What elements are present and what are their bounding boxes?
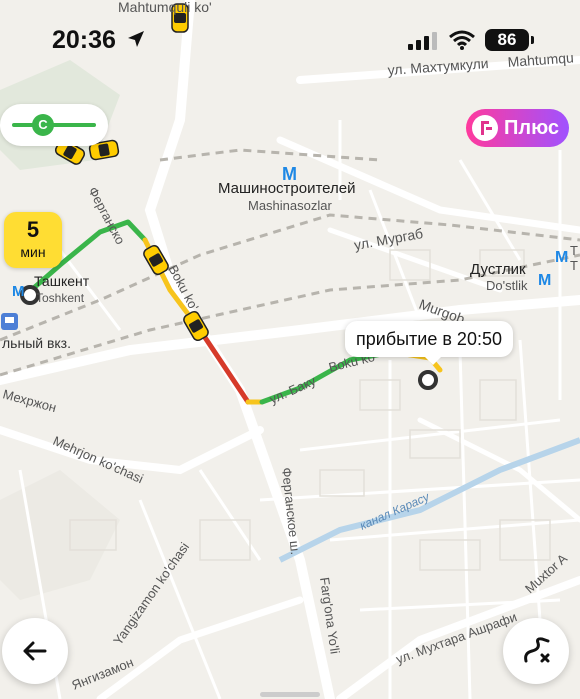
metro-m-icon: M [555, 249, 568, 266]
metro-line-letter: C [32, 114, 54, 136]
station-label: Ташкент [34, 273, 90, 289]
metro-station-label: Mashinasozlar [248, 198, 332, 213]
metro-line-bar [12, 123, 96, 127]
metro-station-label: Машиностроителей [218, 180, 356, 197]
plus-subscription-button[interactable]: Плюс [466, 109, 569, 147]
station-label: Toshkent [36, 291, 85, 305]
arrival-time-bubble: прибытие в 20:50 [345, 321, 513, 365]
battery-indicator: 86 [485, 29, 534, 51]
home-indicator [260, 692, 320, 697]
metro-line-toggle[interactable]: C [0, 104, 108, 146]
street-label: Т [570, 243, 578, 258]
metro-m-icon: M [12, 283, 25, 300]
location-arrow-icon [128, 31, 144, 47]
metro-m-icon: M [538, 272, 551, 289]
eta-unit: мин [20, 244, 46, 260]
cellular-signal-icon [408, 32, 437, 50]
destination-marker [418, 370, 438, 390]
train-icon [1, 313, 18, 330]
route-overview-button[interactable] [503, 618, 569, 684]
eta-badge: 5 мин [4, 212, 62, 268]
back-button[interactable] [2, 618, 68, 684]
metro-station-label: Do'stlik [486, 278, 528, 293]
status-time: 20:36 [52, 26, 116, 54]
eta-value: 5 [26, 217, 40, 242]
station-label: льный вкз. [2, 335, 71, 351]
plus-label: Плюс [504, 117, 560, 139]
street-label: Т [570, 258, 578, 273]
arrow-left-icon [23, 641, 47, 661]
plus-logo-icon [472, 115, 498, 141]
status-bar: 20:36 86 [0, 0, 580, 80]
wifi-icon [449, 30, 475, 50]
route-icon [524, 637, 550, 663]
metro-station-label: Дустлик [470, 261, 526, 278]
